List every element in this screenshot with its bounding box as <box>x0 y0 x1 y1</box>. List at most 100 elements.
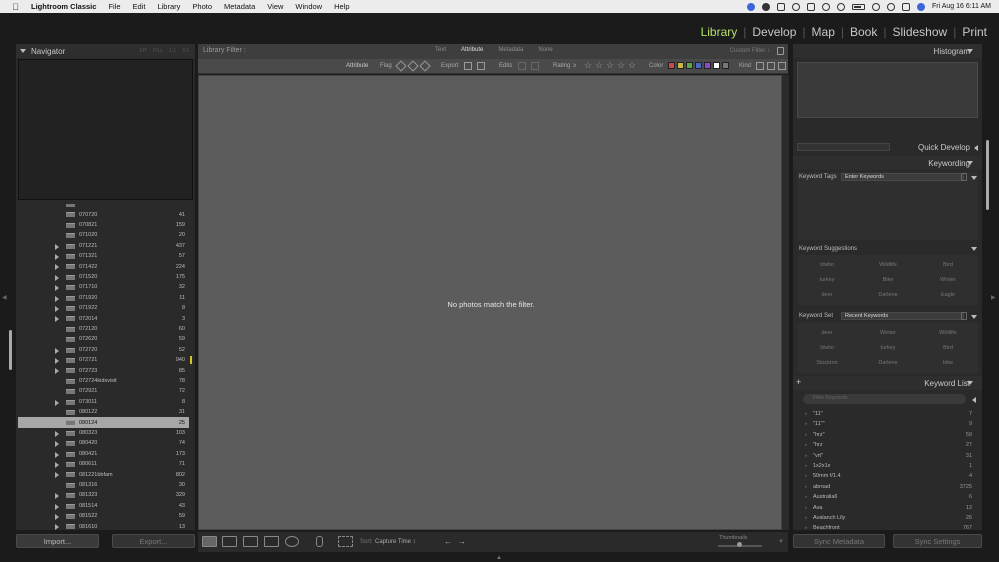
keyword-row[interactable]: ▸ Avalanch Lily 26 <box>797 513 972 523</box>
rating-operator[interactable]: ≥ <box>573 63 576 69</box>
grid-scrollbar[interactable] <box>782 75 789 530</box>
people-view-icon[interactable] <box>285 536 299 547</box>
recent-keyword-6[interactable]: Bird <box>918 345 978 351</box>
keyword-tags-expand-icon[interactable] <box>971 176 977 180</box>
recent-keyword-1[interactable]: deer <box>797 330 857 336</box>
recent-keyword-4[interactable]: Idaho <box>797 345 857 351</box>
folder-row[interactable]: 072620 59 <box>18 334 189 344</box>
module-book[interactable]: Book <box>844 25 883 39</box>
color-purple-chip[interactable] <box>704 62 711 69</box>
module-slideshow[interactable]: Slideshow <box>886 25 953 39</box>
loupe-view-icon[interactable] <box>222 536 237 547</box>
expand-arrow-icon[interactable] <box>55 358 59 364</box>
folder-row[interactable]: 071422 224 <box>18 261 189 271</box>
folder-row[interactable]: 080124 25 <box>18 417 189 428</box>
expand-arrow-icon[interactable] <box>55 451 59 458</box>
keyword-set-collapse-icon[interactable] <box>971 315 977 319</box>
siri-icon[interactable] <box>916 2 925 11</box>
record-icon[interactable] <box>791 2 800 11</box>
grid-view[interactable]: No photos match the filter. <box>198 75 782 530</box>
edits-unedited-icon[interactable] <box>531 62 539 70</box>
navigator-preview[interactable] <box>18 59 193 200</box>
menu-help[interactable]: Help <box>334 2 349 11</box>
folder-row[interactable]: 071020 20 <box>18 230 189 240</box>
folder-row[interactable]: 081316 30 <box>18 480 189 490</box>
folder-row[interactable]: 071520 175 <box>18 272 189 282</box>
keyword-row[interactable]: ▸ Ava 13 <box>797 503 972 513</box>
color-custom-chip[interactable] <box>713 62 720 69</box>
folder-row[interactable]: 072014 3 <box>18 313 189 323</box>
filter-tab-metadata[interactable]: Metadata <box>498 47 523 53</box>
recent-keyword-5[interactable]: turkey <box>858 345 918 351</box>
folder-row[interactable]: 072720 52 <box>18 345 189 355</box>
navigator-header[interactable]: Navigator FIT FILL 1:1 3:1 <box>16 44 195 58</box>
keyword-expand-icon[interactable]: ▸ <box>805 515 808 521</box>
sync-settings-button[interactable]: Sync Settings <box>893 534 982 548</box>
folder-row[interactable]: 071321 57 <box>18 251 189 261</box>
expand-arrow-icon[interactable] <box>55 254 59 260</box>
suggestion-6[interactable]: Winter <box>918 277 978 283</box>
zoom-fill[interactable]: FILL <box>153 48 163 54</box>
keyword-filter-input[interactable]: Filter Keywords <box>803 394 966 404</box>
keyword-expand-icon[interactable]: ▸ <box>805 421 808 427</box>
bluetooth-icon[interactable] <box>836 2 845 11</box>
folder-row[interactable]: 081522 59 <box>18 511 189 521</box>
import-button[interactable]: Import... <box>16 534 99 548</box>
keyword-expand-icon[interactable]: ▸ <box>805 432 808 438</box>
folder-row[interactable]: 072724kidsvisit 78 <box>18 376 189 386</box>
previous-icon[interactable]: ← <box>444 537 452 546</box>
keyword-expand-icon[interactable]: ▸ <box>805 494 808 500</box>
right-panel-toggle-icon[interactable]: ▶ <box>991 294 996 301</box>
expand-arrow-icon[interactable] <box>55 316 59 323</box>
folder-row[interactable]: 080420 74 <box>18 438 189 448</box>
keyword-row[interactable]: ▸ "hrz 27 <box>797 440 972 450</box>
recent-keyword-7[interactable]: Stockton <box>797 360 857 366</box>
left-panel-toggle-icon[interactable]: ◀ <box>2 294 7 301</box>
keywording-collapse-icon[interactable] <box>967 161 973 165</box>
module-library[interactable]: Library <box>695 25 744 39</box>
folder-row[interactable]: 080122 31 <box>18 407 189 417</box>
expand-arrow-icon[interactable] <box>55 295 59 302</box>
lock-icon[interactable] <box>777 47 784 55</box>
expand-arrow-icon[interactable] <box>55 420 59 427</box>
module-print[interactable]: Print <box>956 25 993 39</box>
control-center-icon[interactable] <box>901 2 910 11</box>
keyword-expand-icon[interactable]: ▸ <box>805 453 808 459</box>
keyword-expand-icon[interactable]: ▸ <box>805 505 808 511</box>
suggestion-7[interactable]: deer <box>797 292 857 298</box>
color-yellow-chip[interactable] <box>677 62 684 69</box>
bottom-panel-toggle-icon[interactable]: ▲ <box>496 555 502 561</box>
menu-edit[interactable]: Edit <box>133 2 146 11</box>
keywording-header[interactable]: Keywording <box>793 156 982 170</box>
menu-file[interactable]: File <box>108 2 120 11</box>
expand-arrow-icon[interactable] <box>55 285 59 292</box>
star-4-icon[interactable]: ☆ <box>617 60 625 71</box>
folder-row[interactable]: 072721 940 <box>18 355 192 365</box>
display-icon[interactable] <box>776 2 785 11</box>
keyword-expand-icon[interactable]: ▸ <box>805 411 808 417</box>
star-3-icon[interactable]: ☆ <box>606 60 614 71</box>
play-icon[interactable] <box>806 2 815 11</box>
zoom-1-1[interactable]: 1:1 <box>169 48 176 54</box>
keyword-row[interactable]: ▸ Beachfront 767 <box>797 523 972 533</box>
module-develop[interactable]: Develop <box>746 25 802 39</box>
menu-library[interactable]: Library <box>157 2 180 11</box>
sort-dropdown[interactable]: Capture Time ↕ <box>375 539 416 545</box>
keyword-set-dropdown[interactable]: Recent Keywords <box>841 312 964 320</box>
thumbnail-slider-handle[interactable] <box>737 542 742 547</box>
expand-arrow-icon[interactable] <box>55 306 59 312</box>
menu-window[interactable]: Window <box>295 2 322 11</box>
battery-icon[interactable] <box>851 3 865 10</box>
spray-can-icon[interactable] <box>316 536 323 547</box>
color-none-chip[interactable] <box>722 62 729 69</box>
folder-row[interactable]: 081221bbfam 802 <box>18 469 189 479</box>
expand-arrow-icon[interactable] <box>55 347 59 354</box>
clock[interactable]: Fri Aug 16 6:11 AM <box>932 3 991 10</box>
recent-keyword-9[interactable]: bike <box>918 360 978 366</box>
edited-icon[interactable] <box>464 62 472 70</box>
folder-row[interactable]: 072723 85 <box>18 365 189 375</box>
suggestion-1[interactable]: Idaho <box>797 262 857 268</box>
star-2-icon[interactable]: ☆ <box>595 60 603 71</box>
expand-arrow-icon[interactable] <box>55 274 59 281</box>
histogram-header[interactable]: Histogram <box>793 44 982 58</box>
